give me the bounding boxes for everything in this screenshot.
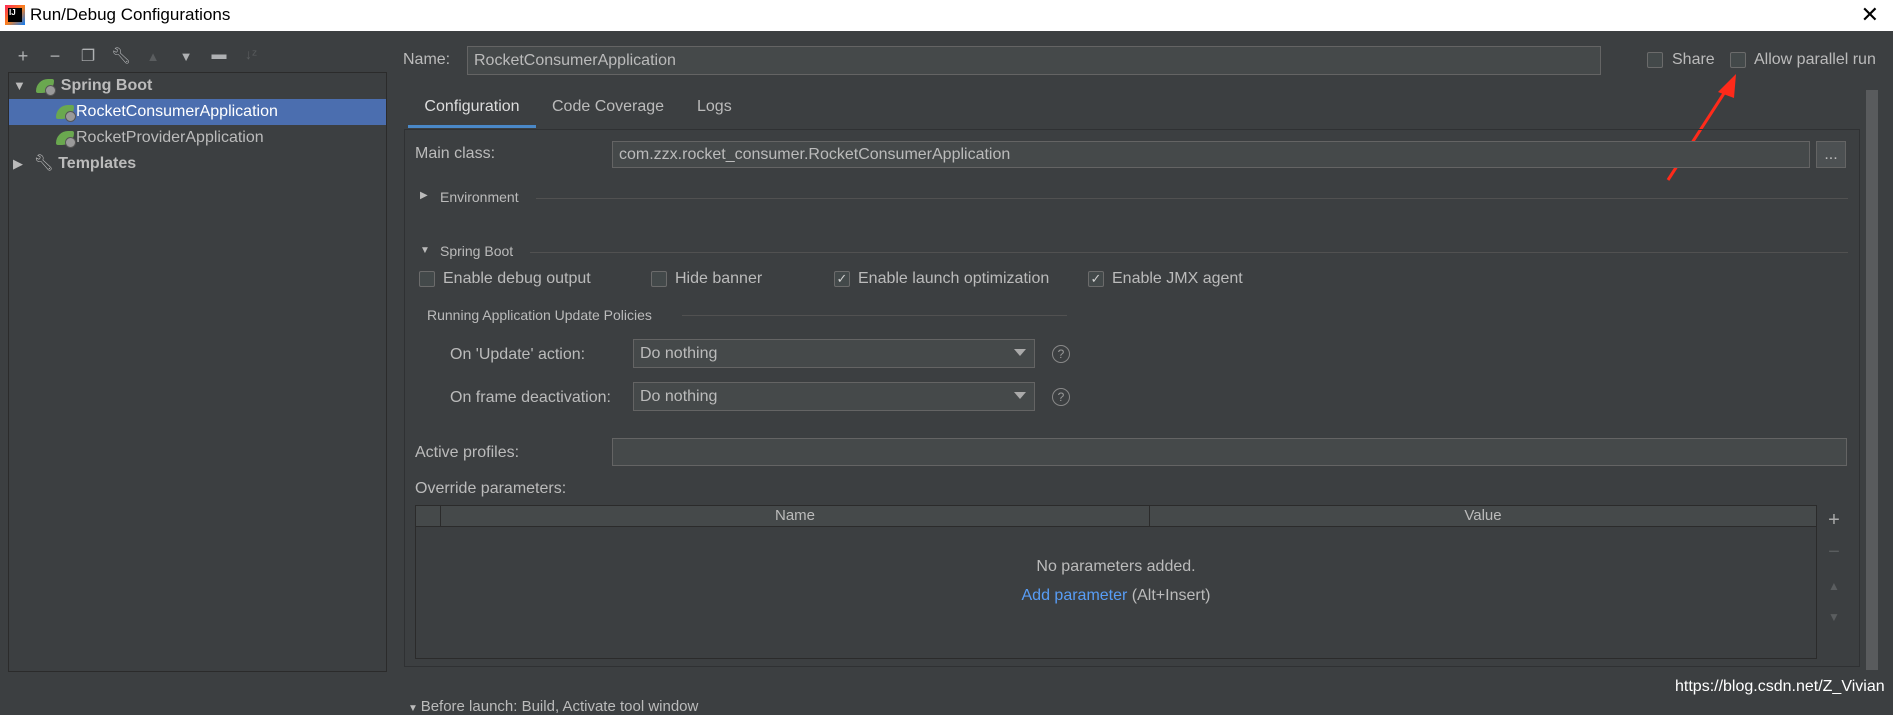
frame-deactivation-label: On frame deactivation: bbox=[450, 389, 611, 406]
update-action-dropdown[interactable]: Do nothing bbox=[633, 339, 1035, 368]
arrow-up-icon: ▲ bbox=[146, 49, 160, 64]
copy-icon[interactable]: ❐ bbox=[77, 46, 99, 66]
move-down-button: ▼ bbox=[1828, 610, 1840, 624]
spring-boot-icon bbox=[56, 104, 76, 122]
name-label: Name: bbox=[403, 51, 451, 68]
expand-environment-icon[interactable]: ▶ bbox=[420, 190, 428, 201]
minus-icon[interactable]: − bbox=[44, 46, 66, 67]
share-label: Share bbox=[1672, 51, 1715, 68]
override-parameters-label: Override parameters: bbox=[415, 480, 567, 497]
intellij-logo-icon: IJ bbox=[5, 5, 25, 25]
expand-icon[interactable]: ▼ bbox=[13, 78, 26, 93]
arrow-down-icon[interactable]: ▼ bbox=[175, 49, 197, 64]
empty-text: No parameters added. bbox=[1036, 558, 1196, 575]
allow-parallel-run-checkbox[interactable] bbox=[1730, 52, 1746, 68]
help-icon[interactable]: ? bbox=[1052, 345, 1070, 363]
allow-parallel-run-label: Allow parallel run bbox=[1754, 51, 1876, 68]
sort-alpha-icon: ↓ᶻ bbox=[244, 46, 258, 62]
tab-code-coverage[interactable]: Code Coverage bbox=[552, 96, 664, 128]
hide-banner-label: Hide banner bbox=[675, 270, 763, 287]
add-parameter-row: Add parameter (Alt+Insert) bbox=[416, 587, 1816, 605]
enable-debug-output-checkbox[interactable] bbox=[419, 271, 435, 287]
chevron-down-icon bbox=[1014, 349, 1026, 356]
collapse-icon[interactable]: ▶ bbox=[13, 156, 23, 171]
configuration-tree: ▼ Spring Boot RocketConsumerApplication … bbox=[8, 72, 387, 672]
before-launch-section[interactable]: ▼ Before launch: Build, Activate tool wi… bbox=[408, 698, 698, 715]
remove-row-button: − bbox=[1828, 541, 1840, 563]
update-policies-heading: Running Application Update Policies bbox=[427, 307, 652, 323]
hide-banner-checkbox[interactable] bbox=[651, 271, 667, 287]
add-row-button[interactable]: + bbox=[1823, 509, 1845, 532]
share-checkbox[interactable] bbox=[1647, 52, 1663, 68]
update-action-label: On 'Update' action: bbox=[450, 346, 586, 363]
column-value[interactable]: Value bbox=[1150, 506, 1816, 526]
divider bbox=[682, 315, 1067, 316]
enable-jmx-agent-checkbox[interactable]: ✓ bbox=[1088, 271, 1104, 287]
divider bbox=[530, 252, 1848, 253]
tree-group-spring-boot[interactable]: ▼ Spring Boot bbox=[9, 73, 386, 99]
override-parameters-table: Name Value No parameters added. Add para… bbox=[415, 505, 1817, 659]
tab-logs[interactable]: Logs bbox=[697, 96, 732, 128]
wrench-icon[interactable]: 🔧︎ bbox=[110, 46, 132, 66]
plus-icon[interactable]: + bbox=[12, 46, 34, 67]
main-class-input[interactable]: com.zzx.rocket_consumer.RocketConsumerAp… bbox=[612, 141, 1810, 168]
help-icon[interactable]: ? bbox=[1052, 388, 1070, 406]
move-up-button: ▲ bbox=[1828, 579, 1840, 593]
close-button[interactable]: ✕ bbox=[1861, 2, 1879, 28]
watermark: https://blog.csdn.net/Z_Vivian bbox=[1675, 678, 1885, 695]
tree-group-templates[interactable]: ▶ 🔧︎ Templates bbox=[9, 151, 386, 177]
title-bar: IJ Run/Debug Configurations ✕ bbox=[0, 0, 1893, 31]
window-title: Run/Debug Configurations bbox=[30, 5, 231, 24]
active-profiles-label: Active profiles: bbox=[415, 444, 520, 461]
scrollbar[interactable] bbox=[1866, 90, 1878, 670]
tree-item-consumer[interactable]: RocketConsumerApplication bbox=[9, 99, 386, 125]
new-folder-icon[interactable]: ▬ bbox=[208, 46, 230, 63]
tab-configuration[interactable]: Configuration bbox=[408, 96, 536, 128]
active-profiles-input[interactable] bbox=[612, 438, 1847, 466]
enable-launch-optimization-checkbox[interactable]: ✓ bbox=[834, 271, 850, 287]
frame-deactivation-dropdown[interactable]: Do nothing bbox=[633, 382, 1035, 411]
tree-item-provider[interactable]: RocketProviderApplication bbox=[9, 125, 386, 151]
name-input[interactable]: RocketConsumerApplication bbox=[467, 46, 1601, 75]
spring-boot-section[interactable]: Spring Boot bbox=[440, 243, 513, 259]
spring-boot-icon bbox=[56, 130, 76, 148]
wrench-icon: 🔧︎ bbox=[33, 155, 54, 172]
collapse-spring-boot-icon[interactable]: ▼ bbox=[420, 245, 430, 256]
add-parameter-link[interactable]: Add parameter bbox=[1022, 587, 1128, 604]
divider bbox=[536, 198, 1848, 199]
main-class-label: Main class: bbox=[415, 145, 496, 162]
enable-jmx-agent-label: Enable JMX agent bbox=[1112, 270, 1243, 287]
shortcut-hint: (Alt+Insert) bbox=[1131, 587, 1211, 604]
chevron-down-icon bbox=[1014, 392, 1026, 399]
spring-boot-icon bbox=[36, 78, 57, 96]
browse-button[interactable]: ... bbox=[1816, 141, 1846, 168]
table-header: Name Value bbox=[416, 506, 1816, 527]
column-name[interactable]: Name bbox=[440, 506, 1150, 526]
enable-debug-output-label: Enable debug output bbox=[443, 270, 591, 287]
environment-section[interactable]: Environment bbox=[440, 189, 519, 205]
enable-launch-optimization-label: Enable launch optimization bbox=[858, 270, 1050, 287]
